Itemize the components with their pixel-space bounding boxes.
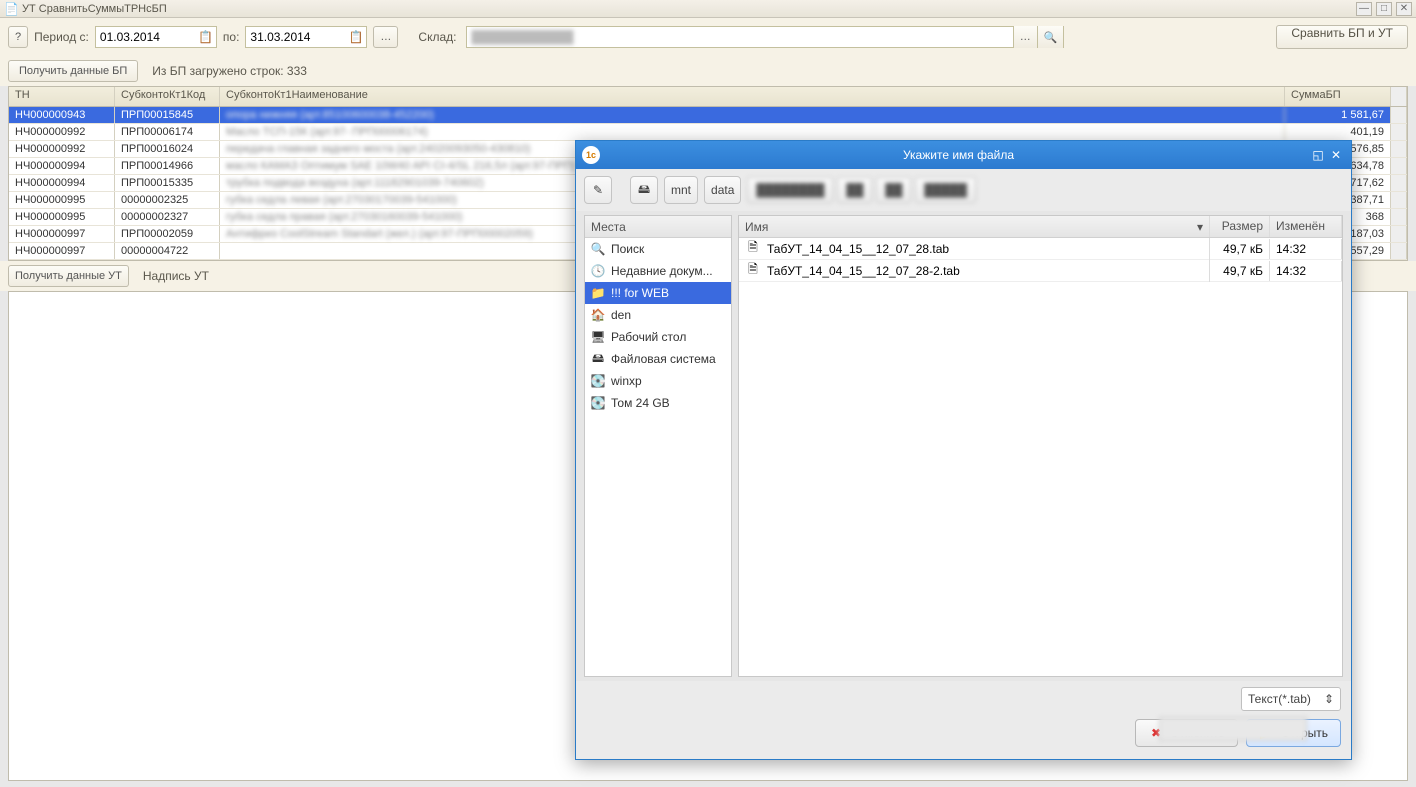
load-bp-button[interactable]: Получить данные БП: [8, 60, 138, 82]
period-to-input[interactable]: 31.03.2014 📋: [245, 26, 367, 48]
table-row[interactable]: НЧ000000992ПРП00006174Масло ТСП-15К (арт…: [9, 124, 1407, 141]
disk-icon: 💽: [591, 396, 605, 410]
place-item[interactable]: 🔍Поиск: [585, 238, 731, 260]
sklad-input[interactable]: ████████████ … 🔍: [466, 26, 1064, 48]
filetype-select[interactable]: Текст(*.tab) ⇕: [1241, 687, 1341, 711]
file-row[interactable]: 🗎ТабУТ_14_04_15__12_07_28.tab49,7 кБ14:3…: [739, 238, 1342, 260]
col-name[interactable]: СубконтоКт1Наименование: [220, 87, 1285, 106]
load-ut-button[interactable]: Получить данные УТ: [8, 265, 129, 287]
main-titlebar: 📄 УТ СравнитьСуммыТРНсБП — □ ✕: [0, 0, 1416, 18]
window-title: УТ СравнитьСуммыТРНсБП: [22, 3, 1356, 15]
path-data[interactable]: data: [704, 176, 741, 204]
edit-path-button[interactable]: ✎: [584, 176, 612, 204]
col-filename[interactable]: Имя▾: [739, 216, 1210, 237]
col-sum[interactable]: СуммаБП: [1285, 87, 1391, 106]
place-item[interactable]: 🖴Файловая система: [585, 348, 731, 370]
dialog-toolbar: ✎ 🖴 mnt data ████████ ██ ██ █████: [576, 169, 1351, 211]
bp-status: Из БП загружено строк: 333: [152, 64, 307, 78]
sklad-search-button[interactable]: 🔍: [1037, 26, 1064, 48]
dialog-title: Укажите имя файла: [608, 148, 1309, 162]
spinner-icon: ⇕: [1324, 692, 1334, 706]
col-filemodified[interactable]: Изменён: [1270, 216, 1342, 237]
sort-icon: ▾: [1197, 220, 1203, 234]
main-toolbar: ? Период с: 01.03.2014 📋 по: 31.03.2014 …: [0, 18, 1416, 56]
table-row[interactable]: НЧ000000943ПРП00015845опора нижняя (арт.…: [9, 107, 1407, 124]
file-row[interactable]: 🗎ТабУТ_14_04_15__12_07_28-2.tab49,7 кБ14…: [739, 260, 1342, 282]
search-icon: 🔍: [591, 242, 605, 256]
compare-button[interactable]: Сравнить БП и УТ: [1276, 25, 1408, 49]
place-item[interactable]: 💽Том 24 GB: [585, 392, 731, 414]
desktop-icon: 🖥: [591, 330, 605, 344]
path-crumb[interactable]: ████████: [747, 177, 833, 203]
calendar-icon[interactable]: 📋: [198, 29, 214, 45]
close-button[interactable]: ✕: [1396, 2, 1412, 16]
1c-icon: 1c: [582, 146, 600, 164]
sklad-label: Склад:: [418, 30, 456, 44]
path-crumb[interactable]: █████: [915, 177, 976, 203]
calendar-icon[interactable]: 📋: [348, 29, 364, 45]
fs-icon: 🖴: [591, 352, 605, 366]
path-crumbs: ████████ ██ ██ █████: [747, 177, 1343, 203]
sklad-select-button[interactable]: …: [1013, 26, 1037, 48]
grid-header: ТН СубконтоКт1Код СубконтоКт1Наименовани…: [9, 87, 1407, 107]
place-item[interactable]: 🏠den: [585, 304, 731, 326]
place-item[interactable]: 💽winxp: [585, 370, 731, 392]
col-filesize[interactable]: Размер: [1210, 216, 1270, 237]
dialog-titlebar: 1c Укажите имя файла ◱ ✕: [576, 141, 1351, 169]
dialog-close-button[interactable]: ✕: [1327, 147, 1345, 163]
ut-label: Надпись УТ: [143, 269, 209, 283]
folder-icon: 📁: [591, 286, 605, 300]
bp-bar: Получить данные БП Из БП загружено строк…: [0, 56, 1416, 86]
places-panel: Места 🔍Поиск🕓Недавние докум...📁!!! for W…: [584, 215, 732, 677]
file-list-header: Имя▾ Размер Изменён: [739, 216, 1342, 238]
place-item[interactable]: 📁!!! for WEB: [585, 282, 731, 304]
period-to-label: по:: [223, 30, 240, 44]
places-header: Места: [585, 216, 731, 238]
help-button[interactable]: ?: [8, 26, 28, 48]
period-dialog-button[interactable]: …: [373, 26, 398, 48]
maximize-button[interactable]: □: [1376, 2, 1392, 16]
place-item[interactable]: 🖥Рабочий стол: [585, 326, 731, 348]
dialog-restore-button[interactable]: ◱: [1309, 147, 1327, 163]
period-from-input[interactable]: 01.03.2014 📋: [95, 26, 217, 48]
app-icon: 📄: [4, 2, 18, 16]
minimize-button[interactable]: —: [1356, 2, 1372, 16]
clock-icon: 🕓: [591, 264, 605, 278]
period-from-label: Период с:: [34, 30, 89, 44]
file-dialog: 1c Укажите имя файла ◱ ✕ ✎ 🖴 mnt data ██…: [575, 140, 1352, 760]
scroll-gutter: [1391, 87, 1407, 106]
file-list: Имя▾ Размер Изменён 🗎ТабУТ_14_04_15__12_…: [738, 215, 1343, 677]
path-crumb[interactable]: ██: [876, 177, 911, 203]
disk-icon: 💽: [591, 374, 605, 388]
home-icon: 🏠: [591, 308, 605, 322]
drive-icon[interactable]: 🖴: [630, 176, 658, 204]
place-item[interactable]: 🕓Недавние докум...: [585, 260, 731, 282]
file-icon: 🗎: [745, 241, 761, 257]
filename-input[interactable]: [1159, 717, 1307, 741]
col-code[interactable]: СубконтоКт1Код: [115, 87, 220, 106]
path-mnt[interactable]: mnt: [664, 176, 698, 204]
col-tn[interactable]: ТН: [9, 87, 115, 106]
path-crumb[interactable]: ██: [837, 177, 872, 203]
file-icon: 🗎: [745, 263, 761, 279]
